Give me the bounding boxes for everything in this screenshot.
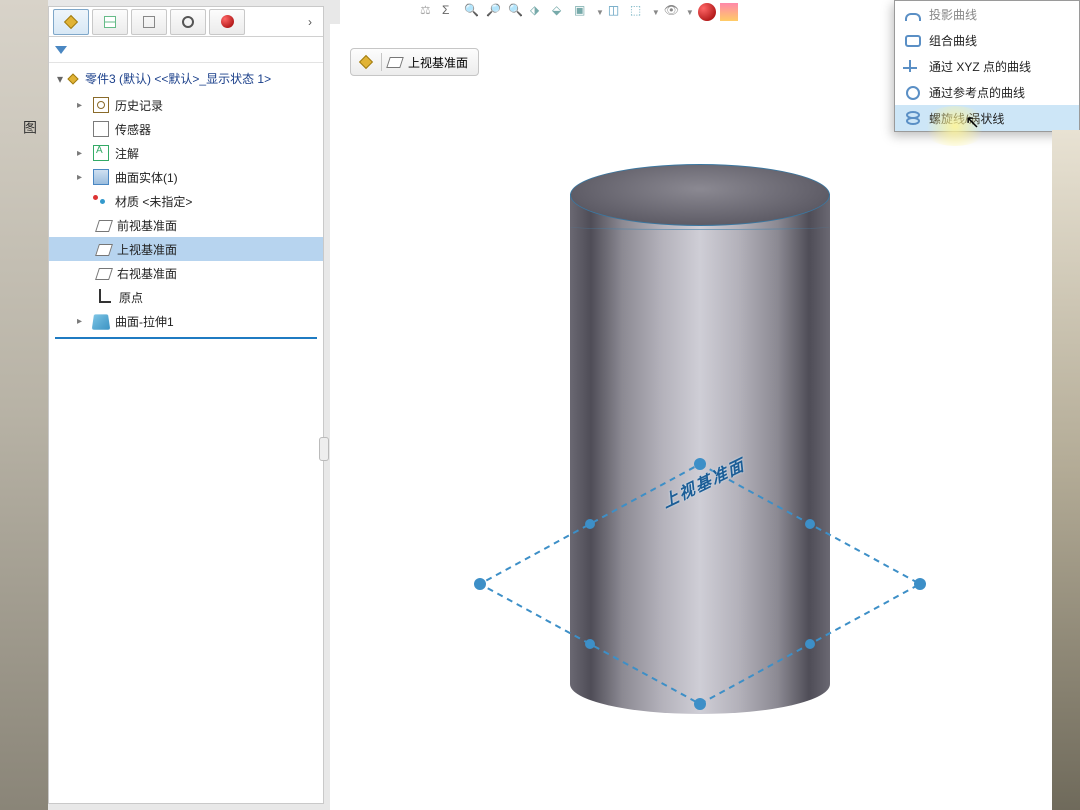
part-icon — [64, 14, 78, 28]
menu-item-label: 螺旋线/涡状线 — [929, 110, 1004, 127]
node-extrude[interactable]: ▸ 曲面-拉伸1 — [49, 309, 323, 333]
plane-icon — [95, 268, 113, 280]
cylinder-top-face — [570, 164, 830, 226]
dropdown-caret-icon[interactable]: ▼ — [596, 8, 604, 17]
node-top-plane[interactable]: 上视基准面 — [49, 237, 323, 261]
plane-icon — [95, 220, 113, 232]
tab-dimxpert[interactable] — [170, 9, 206, 35]
hide-show-icon[interactable]: ⬚ — [630, 3, 648, 21]
node-annotation-label: 注解 — [115, 145, 139, 162]
surface-icon — [93, 169, 109, 185]
extrude-icon — [92, 314, 111, 329]
magnify-icon[interactable]: 🔍 — [508, 3, 526, 21]
tab-appearance[interactable] — [209, 9, 245, 35]
dropdown-caret-icon[interactable]: ▼ — [652, 8, 660, 17]
node-extrude-label: 曲面-拉伸1 — [115, 313, 174, 330]
panel-tabbar: › — [49, 7, 323, 37]
separator — [381, 53, 382, 71]
ref-point-curve-icon — [903, 83, 921, 101]
view-orient-icon[interactable]: ⬙ — [552, 3, 570, 21]
plane-icon[interactable] — [386, 57, 404, 68]
scene-icon[interactable] — [720, 3, 738, 21]
annotation-icon — [93, 145, 109, 161]
node-front-plane[interactable]: 前视基准面 — [49, 213, 323, 237]
curves-context-menu: 投影曲线 组合曲线 通过 XYZ 点的曲线 通过参考点的曲线 螺旋线/涡状线 — [894, 0, 1080, 132]
feature-tree: ▾ 零件3 (默认) <<默认>_显示状态 1> ▸ 历史记录 传感器 ▸ 注解… — [49, 63, 323, 343]
node-origin-label: 原点 — [119, 289, 143, 306]
helix-icon — [903, 109, 921, 127]
node-surface-body[interactable]: ▸ 曲面实体(1) — [49, 165, 323, 189]
right-dock-edge — [1052, 130, 1080, 810]
funnel-icon[interactable] — [55, 46, 67, 54]
balance-icon[interactable]: ⚖ — [420, 3, 438, 21]
grid-icon — [104, 16, 116, 28]
origin-icon — [97, 289, 113, 305]
menu-item-label: 投影曲线 — [929, 6, 977, 23]
cube-icon[interactable]: ◫ — [608, 3, 626, 21]
node-right-plane[interactable]: 右视基准面 — [49, 261, 323, 285]
history-icon — [93, 97, 109, 113]
panel-collapse-handle[interactable] — [319, 437, 329, 461]
sigma-icon[interactable]: Σ — [442, 3, 460, 21]
caret-down-icon: ▾ — [57, 72, 63, 86]
tab-feature-tree[interactable] — [53, 9, 89, 35]
tree-filter-row — [49, 37, 323, 63]
left-dock-label: 图 — [20, 120, 40, 134]
feature-tree-panel: › ▾ 零件3 (默认) <<默认>_显示状态 1> ▸ 历史记录 传感器 ▸ … — [48, 6, 324, 804]
node-annotation[interactable]: ▸ 注解 — [49, 141, 323, 165]
node-history[interactable]: ▸ 历史记录 — [49, 93, 323, 117]
project-curve-icon — [903, 5, 921, 23]
cylinder-top-edge — [570, 224, 830, 230]
panel-overflow-button[interactable]: › — [301, 15, 319, 29]
node-sensor-label: 传感器 — [115, 121, 151, 138]
node-surface-body-label: 曲面实体(1) — [115, 169, 178, 186]
plane-icon — [95, 244, 113, 256]
menu-item-helix-spiral[interactable]: 螺旋线/涡状线 — [895, 105, 1079, 131]
composite-curve-icon — [903, 31, 921, 49]
left-dock-edge: 图 — [0, 0, 48, 810]
tree-root-label: 零件3 (默认) <<默认>_显示状态 1> — [85, 70, 271, 87]
eye-icon[interactable]: 👁 — [664, 3, 682, 21]
menu-item-label: 通过 XYZ 点的曲线 — [929, 58, 1031, 75]
appearance-icon[interactable] — [698, 3, 716, 21]
sphere-icon — [221, 15, 234, 28]
menu-item-xyz-curve[interactable]: 通过 XYZ 点的曲线 — [895, 53, 1079, 79]
material-icon — [93, 193, 109, 209]
node-material-label: 材质 <未指定> — [115, 193, 192, 210]
caret-right-icon: ▸ — [77, 148, 87, 159]
tab-configuration[interactable] — [131, 9, 167, 35]
node-origin[interactable]: 原点 — [49, 285, 323, 309]
tab-property-manager[interactable] — [92, 9, 128, 35]
rollback-bar[interactable] — [55, 337, 317, 339]
part-icon — [67, 73, 78, 84]
graphics-viewport[interactable]: 上视基准面 上视基准面 — [330, 24, 1080, 810]
zoom-area-icon[interactable]: 🔎 — [486, 3, 504, 21]
section-icon[interactable]: ⬗ — [530, 3, 548, 21]
config-icon — [143, 16, 155, 28]
zoom-fit-icon[interactable]: 🔍 — [464, 3, 482, 21]
caret-right-icon: ▸ — [77, 172, 87, 183]
menu-item-composite-curve[interactable]: 组合曲线 — [895, 27, 1079, 53]
tree-root[interactable]: ▾ 零件3 (默认) <<默认>_显示状态 1> — [49, 67, 323, 93]
breadcrumb-plane-label[interactable]: 上视基准面 — [408, 54, 468, 71]
menu-item-label: 通过参考点的曲线 — [929, 84, 1025, 101]
node-right-plane-label: 右视基准面 — [117, 265, 177, 282]
selection-breadcrumb: 上视基准面 — [350, 48, 479, 76]
caret-right-icon: ▸ — [77, 100, 87, 111]
part-icon[interactable] — [359, 55, 373, 69]
node-history-label: 历史记录 — [115, 97, 163, 114]
menu-item-ref-point-curve[interactable]: 通过参考点的曲线 — [895, 79, 1079, 105]
xyz-curve-icon — [903, 57, 921, 75]
display-style-icon[interactable]: ▣ — [574, 3, 592, 21]
caret-right-icon: ▸ — [77, 316, 87, 327]
sensor-icon — [93, 121, 109, 137]
dropdown-caret-icon[interactable]: ▼ — [686, 8, 694, 17]
node-front-plane-label: 前视基准面 — [117, 217, 177, 234]
node-material[interactable]: 材质 <未指定> — [49, 189, 323, 213]
target-icon — [182, 16, 194, 28]
menu-item-project-curve[interactable]: 投影曲线 — [895, 1, 1079, 27]
node-top-plane-label: 上视基准面 — [117, 241, 177, 258]
menu-item-label: 组合曲线 — [929, 32, 977, 49]
node-sensor[interactable]: 传感器 — [49, 117, 323, 141]
